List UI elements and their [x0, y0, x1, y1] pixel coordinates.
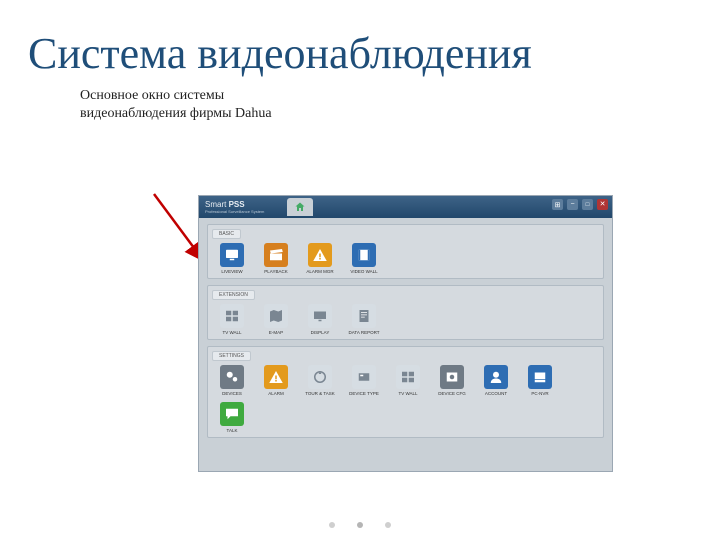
wall-icon	[396, 365, 420, 389]
tile-label: TV WALL	[222, 330, 241, 335]
warning-icon	[264, 365, 288, 389]
section-settings: SETTINGS DEVICES ALARM TOUR & TASK DEVICE T…	[207, 346, 604, 438]
tile-basic-3[interactable]: VIDEO WALL	[344, 243, 384, 274]
app-logo: Smart PSS	[205, 200, 245, 209]
caption-line2: видеонаблюдения фирмы Dahua	[80, 106, 272, 121]
tile-settings-2[interactable]: TOUR & TASK	[300, 365, 340, 396]
tile-settings-0[interactable]: DEVICES	[212, 365, 252, 396]
tile-label: DEVICE TYPE	[349, 391, 379, 396]
tile-label: ACCOUNT	[485, 391, 507, 396]
titlebar-maximize-button[interactable]: □	[582, 199, 593, 210]
minimize-icon: −	[570, 201, 574, 208]
page-title: Система видеонаблюдения	[0, 0, 720, 79]
section-extension: EXTENSION TV WALL E-MAP DISPLAY DATA REPORT	[207, 285, 604, 340]
tile-label: E-MAP	[269, 330, 283, 335]
home-icon	[294, 201, 306, 213]
tile-label: VIDEO WALL	[350, 269, 377, 274]
tile-settings-5[interactable]: DEVICE CFG	[432, 365, 472, 396]
tile-label: ALARM	[268, 391, 284, 396]
caption-line1: Основное окно системы	[80, 88, 224, 103]
tile-extension-1[interactable]: E-MAP	[256, 304, 296, 335]
titlebar-settings-button[interactable]: ⊞	[552, 199, 563, 210]
close-icon: ✕	[600, 201, 606, 208]
tile-label: TALK	[227, 428, 238, 433]
section-basic: BASIC LIVEVIEW PLAYBACK ALARM MGR VIDEO WAL…	[207, 224, 604, 279]
section-extension-title: EXTENSION	[212, 290, 255, 300]
smartpss-window: Smart PSS Professional Surveillance Syst…	[198, 195, 613, 472]
tile-label: DEVICE CFG	[438, 391, 466, 396]
tile-settings-1[interactable]: ALARM	[256, 365, 296, 396]
tile-basic-2[interactable]: ALARM MGR	[300, 243, 340, 274]
tile-label: PC-NVR	[531, 391, 548, 396]
tile-label: ALARM MGR	[306, 269, 333, 274]
tile-extension-2[interactable]: DISPLAY	[300, 304, 340, 335]
pager-dot[interactable]	[329, 522, 335, 528]
caption: Основное окно системы видеонаблюдения фи…	[80, 87, 720, 122]
account-icon	[484, 365, 508, 389]
display-icon	[308, 304, 332, 328]
report-icon	[352, 304, 376, 328]
tile-label: TV WALL	[398, 391, 417, 396]
devtype-icon	[352, 365, 376, 389]
section-basic-title: BASIC	[212, 229, 241, 239]
tile-settings-6[interactable]: ACCOUNT	[476, 365, 516, 396]
warning-icon	[308, 243, 332, 267]
tile-label: LIVEVIEW	[221, 269, 242, 274]
slide-pager	[329, 522, 391, 528]
logo-word2: PSS	[229, 200, 245, 209]
devcfg-icon	[440, 365, 464, 389]
monitor-icon	[220, 243, 244, 267]
tile-extension-3[interactable]: DATA REPORT	[344, 304, 384, 335]
plus-icon: ⊞	[555, 201, 561, 209]
tile-label: DISPLAY	[311, 330, 330, 335]
tour-icon	[308, 365, 332, 389]
tile-basic-0[interactable]: LIVEVIEW	[212, 243, 252, 274]
wall-icon	[220, 304, 244, 328]
titlebar-close-button[interactable]: ✕	[597, 199, 608, 210]
pcnvr-icon	[528, 365, 552, 389]
maximize-icon: □	[586, 202, 590, 208]
app-logo-subtitle: Professional Surveillance System	[205, 209, 264, 214]
section-settings-title: SETTINGS	[212, 351, 251, 361]
titlebar-minimize-button[interactable]: −	[567, 199, 578, 210]
tile-label: DEVICES	[222, 391, 242, 396]
film-icon	[352, 243, 376, 267]
tile-label: TOUR & TASK	[305, 391, 335, 396]
logo-word1: Smart	[205, 200, 229, 209]
tile-settings-4[interactable]: TV WALL	[388, 365, 428, 396]
tile-basic-1[interactable]: PLAYBACK	[256, 243, 296, 274]
tile-label: PLAYBACK	[264, 269, 287, 274]
tile-settings-7[interactable]: PC-NVR	[520, 365, 560, 396]
tile-settings-3[interactable]: DEVICE TYPE	[344, 365, 384, 396]
tile-extension-0[interactable]: TV WALL	[212, 304, 252, 335]
emap-icon	[264, 304, 288, 328]
tile-settings-8[interactable]: TALK	[212, 402, 252, 433]
pager-dot[interactable]	[385, 522, 391, 528]
tile-label: DATA REPORT	[348, 330, 379, 335]
gears-icon	[220, 365, 244, 389]
pager-dot[interactable]	[357, 522, 363, 528]
window-titlebar: Smart PSS Professional Surveillance Syst…	[199, 196, 612, 218]
talk-icon	[220, 402, 244, 426]
tab-home[interactable]	[287, 198, 313, 216]
clapper-icon	[264, 243, 288, 267]
